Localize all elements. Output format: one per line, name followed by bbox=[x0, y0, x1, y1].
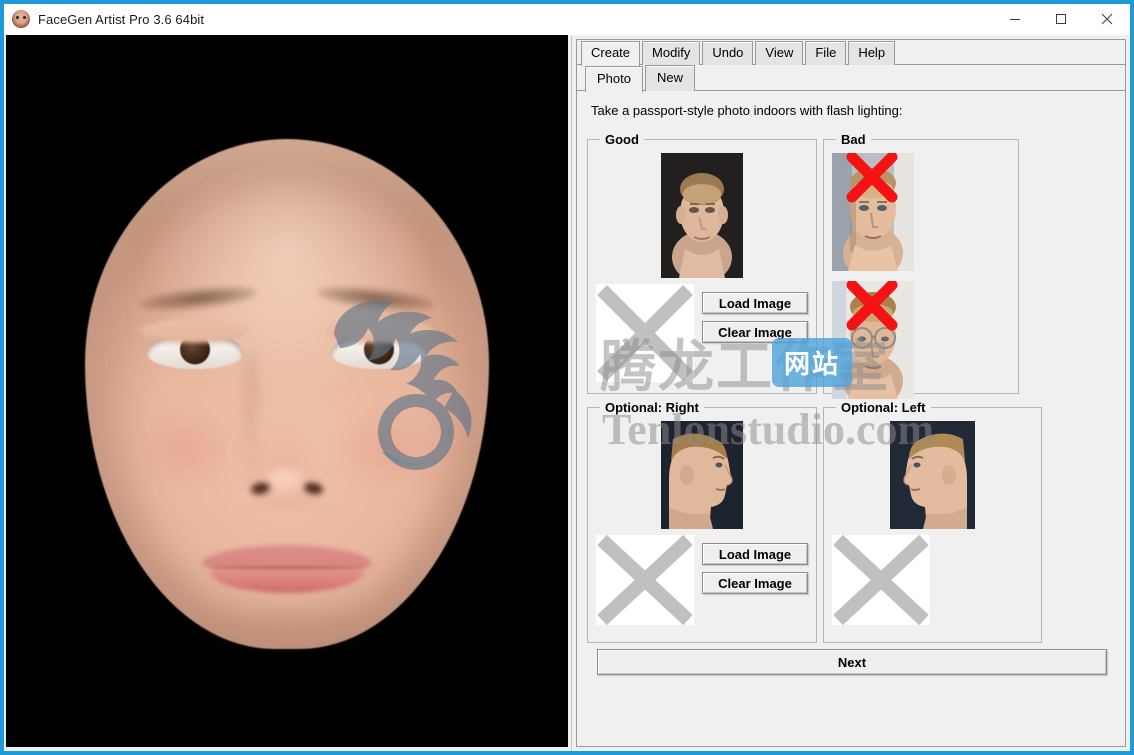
good-load-image-button[interactable]: Load Image bbox=[702, 292, 808, 314]
optional-right-example-photo bbox=[661, 421, 743, 529]
optional-left-controls-row bbox=[832, 535, 1033, 625]
optional-right-load-image-button[interactable]: Load Image bbox=[702, 543, 808, 565]
3d-face-model bbox=[75, 121, 499, 661]
3d-face-viewport[interactable] bbox=[6, 35, 568, 747]
good-group-legend: Good bbox=[605, 132, 639, 147]
minimize-icon[interactable] bbox=[992, 4, 1038, 34]
tab-new[interactable]: New bbox=[644, 65, 695, 91]
maximize-icon[interactable] bbox=[1038, 4, 1084, 34]
tab-bar-filler bbox=[897, 40, 1125, 65]
tab-view[interactable]: View bbox=[755, 41, 804, 65]
tab-file[interactable]: File bbox=[805, 41, 847, 65]
empty-placeholder-x-icon bbox=[832, 535, 930, 625]
next-button[interactable]: Next bbox=[597, 649, 1107, 675]
tab-undo[interactable]: Undo bbox=[702, 41, 754, 65]
examples-top-row: Good Load Image Clear Image Bad bbox=[587, 132, 1115, 399]
bad-group-legend: Bad bbox=[841, 132, 866, 147]
good-example-photo bbox=[661, 153, 743, 278]
window-body: Create Modify Undo View File Help Photo … bbox=[4, 35, 1130, 751]
optional-right-controls-row: Load Image Clear Image bbox=[596, 535, 808, 625]
empty-placeholder-x-icon bbox=[596, 284, 694, 382]
good-group: Good Load Image Clear Image bbox=[587, 132, 817, 394]
optional-left-example-photo bbox=[890, 421, 975, 529]
main-tab-bar: Create Modify Undo View File Help bbox=[577, 40, 1125, 66]
optional-right-clear-image-button[interactable]: Clear Image bbox=[702, 572, 808, 594]
window-controls bbox=[992, 4, 1130, 34]
good-controls-row: Load Image Clear Image bbox=[596, 284, 808, 382]
tab-photo[interactable]: Photo bbox=[585, 66, 643, 92]
tab-help[interactable]: Help bbox=[848, 41, 896, 65]
bad-example-photo-2 bbox=[832, 281, 914, 399]
empty-placeholder-x-icon bbox=[596, 535, 694, 625]
optional-right-button-stack: Load Image Clear Image bbox=[702, 535, 808, 594]
bad-example-photo-1 bbox=[832, 153, 914, 271]
examples-bottom-row: Optional: Right Load Image Clear Image O… bbox=[587, 400, 1115, 643]
sub-tab-bar: Photo New bbox=[577, 65, 1125, 92]
tab-modify[interactable]: Modify bbox=[642, 41, 701, 65]
sub-tab-bar-filler bbox=[697, 65, 1125, 91]
optional-right-legend: Optional: Right bbox=[605, 400, 699, 415]
optional-left-group: Optional: Left bbox=[823, 400, 1042, 643]
application-window: FaceGen Artist Pro 3.6 64bit Create Modi… bbox=[0, 0, 1134, 755]
good-clear-image-button[interactable]: Clear Image bbox=[702, 321, 808, 343]
tab-create[interactable]: Create bbox=[581, 41, 641, 66]
bad-group: Bad bbox=[823, 132, 1019, 399]
photo-step-content: Take a passport-style photo indoors with… bbox=[577, 91, 1125, 746]
window-title: FaceGen Artist Pro 3.6 64bit bbox=[38, 11, 205, 27]
optional-left-image-slot[interactable] bbox=[832, 535, 930, 625]
control-panel: Create Modify Undo View File Help Photo … bbox=[576, 39, 1126, 747]
viewport-container bbox=[4, 35, 570, 751]
optional-left-example-wrap bbox=[832, 421, 1033, 529]
optional-right-example-wrap bbox=[596, 421, 808, 529]
good-button-stack: Load Image Clear Image bbox=[702, 284, 808, 343]
title-bar: FaceGen Artist Pro 3.6 64bit bbox=[4, 4, 1130, 35]
optional-left-legend: Optional: Left bbox=[841, 400, 926, 415]
instruction-text: Take a passport-style photo indoors with… bbox=[591, 103, 903, 118]
good-example-wrap bbox=[596, 153, 808, 278]
optional-right-group: Optional: Right Load Image Clear Image bbox=[587, 400, 817, 643]
face-icon bbox=[12, 10, 30, 28]
next-button-row: Next bbox=[587, 643, 1115, 675]
close-icon[interactable] bbox=[1084, 4, 1130, 34]
good-image-slot[interactable] bbox=[596, 284, 694, 382]
optional-right-image-slot[interactable] bbox=[596, 535, 694, 625]
